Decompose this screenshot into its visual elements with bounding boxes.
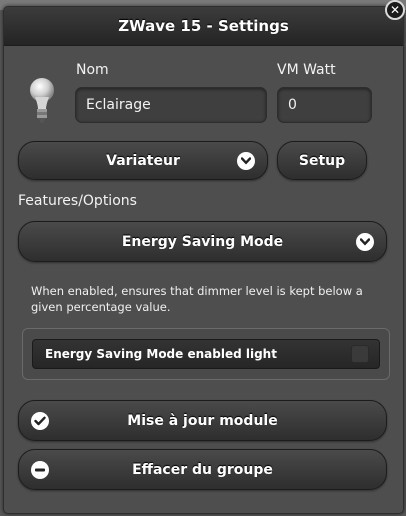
vm-watt-label: VM Watt — [277, 62, 336, 78]
features-section-label: Features/Options — [18, 193, 137, 209]
update-module-label: Mise à jour module — [127, 412, 278, 429]
close-icon[interactable]: ✕ — [385, 0, 405, 20]
dialog-header: ZWave 15 - Settings — [4, 7, 403, 46]
features-select[interactable]: Energy Saving Mode — [18, 221, 387, 262]
type-select[interactable]: Variateur — [18, 141, 268, 180]
chevron-down-icon — [356, 232, 374, 251]
setup-button[interactable]: Setup — [277, 141, 367, 180]
update-module-button[interactable]: Mise à jour module — [18, 400, 387, 441]
setup-button-label: Setup — [298, 152, 346, 169]
name-input[interactable]: Eclairage — [75, 87, 267, 123]
chevron-down-icon — [237, 151, 255, 170]
remove-from-group-button[interactable]: Effacer du groupe — [18, 449, 387, 490]
energy-saving-toggle[interactable]: Energy Saving Mode enabled light — [32, 339, 380, 369]
energy-saving-toggle-label: Energy Saving Mode enabled light — [45, 347, 277, 361]
settings-dialog: ZWave 15 - Settings Nom Eclairage VM Wat… — [3, 6, 404, 514]
check-icon — [31, 411, 49, 430]
vm-watt-input[interactable]: 0 — [277, 87, 372, 123]
features-select-label: Energy Saving Mode — [121, 233, 284, 250]
feature-help-text: When enabled, ensures that dimmer level … — [31, 284, 363, 314]
energy-saving-toggle-box: Energy Saving Mode enabled light — [22, 328, 390, 380]
type-select-label: Variateur — [106, 152, 180, 169]
dialog-title: ZWave 15 - Settings — [118, 17, 289, 35]
name-label: Nom — [76, 62, 109, 78]
checkbox-icon — [351, 345, 369, 363]
light-bulb-icon — [30, 78, 54, 123]
remove-from-group-label: Effacer du groupe — [132, 461, 273, 478]
minus-icon — [31, 460, 49, 479]
